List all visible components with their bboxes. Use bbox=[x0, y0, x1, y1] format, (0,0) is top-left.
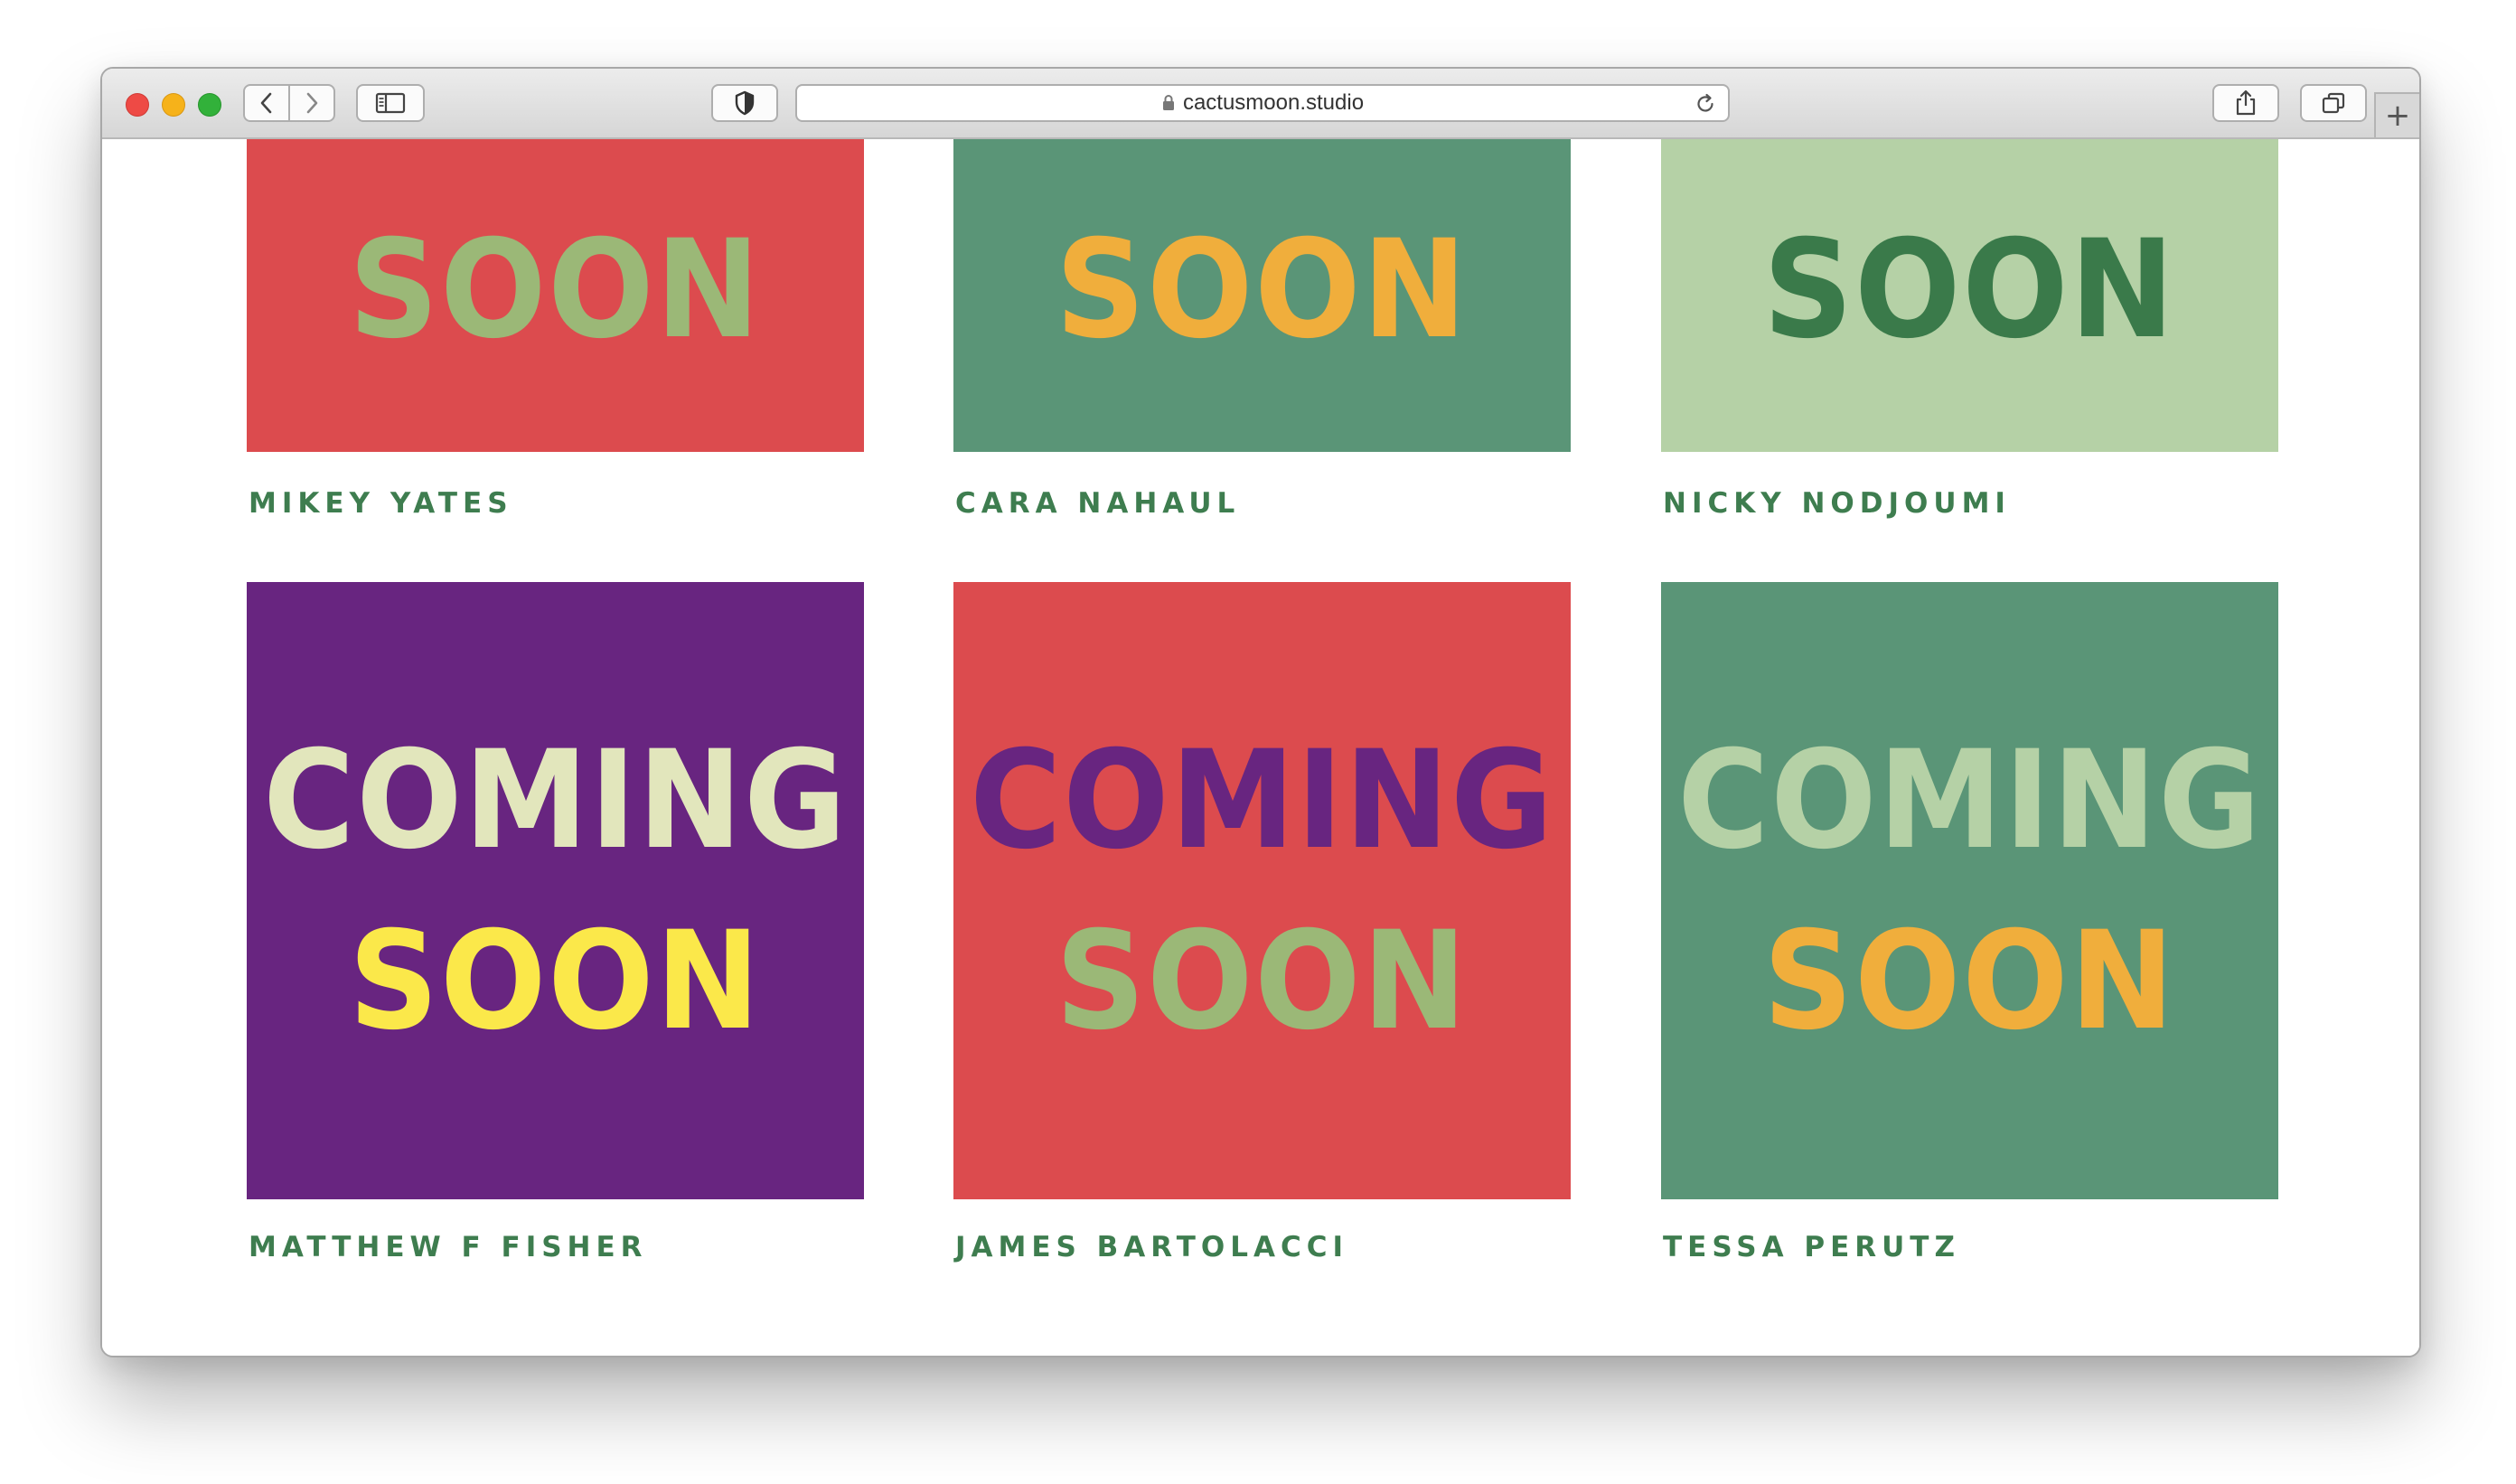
back-button[interactable] bbox=[245, 86, 290, 120]
minimize-window-button[interactable] bbox=[162, 93, 185, 117]
chevron-left-icon bbox=[260, 92, 272, 114]
poster-word-soon: SOON bbox=[1763, 211, 2176, 369]
plus-icon: + bbox=[2384, 98, 2411, 134]
poster-word-soon: SOON bbox=[1056, 211, 1469, 369]
poster-word-soon: SOON bbox=[1056, 902, 1469, 1060]
zoom-window-button[interactable] bbox=[198, 93, 221, 117]
poster-word-coming: COMING bbox=[969, 721, 1555, 879]
browser-toolbar: cactusmoon.studio + bbox=[102, 69, 2419, 139]
poster-word-soon: SOON bbox=[349, 902, 762, 1060]
poster-word-soon: SOON bbox=[349, 211, 762, 369]
address-url-wrap: cactusmoon.studio bbox=[797, 86, 1728, 120]
new-tab-button[interactable]: + bbox=[2374, 92, 2419, 137]
artist-name[interactable]: MATTHEW F FISHER bbox=[249, 1231, 648, 1263]
page-content: SOON MIKEY YATES SOON CARA NAHAUL SOON N… bbox=[102, 139, 2419, 1356]
poster-word-soon: SOON bbox=[1763, 902, 2176, 1060]
lock-icon bbox=[1161, 94, 1176, 112]
artist-name[interactable]: JAMES BARTOLACCI bbox=[955, 1231, 1348, 1263]
share-icon bbox=[2236, 89, 2256, 116]
poster-word-coming: COMING bbox=[262, 721, 849, 879]
poster-word-coming: COMING bbox=[1676, 721, 2263, 879]
artist-name[interactable]: CARA NAHAUL bbox=[955, 487, 1240, 520]
sidebar-toggle-button[interactable] bbox=[356, 84, 425, 122]
poster[interactable]: SOON bbox=[247, 139, 864, 452]
poster[interactable]: COMING SOON bbox=[1661, 582, 2278, 1199]
forward-button[interactable] bbox=[290, 86, 333, 120]
share-button[interactable] bbox=[2212, 84, 2279, 122]
artist-name[interactable]: TESSA PERUTZ bbox=[1663, 1231, 1960, 1263]
address-url: cactusmoon.studio bbox=[1182, 90, 1365, 115]
close-window-button[interactable] bbox=[126, 93, 149, 117]
shield-icon bbox=[735, 90, 755, 116]
browser-window: cactusmoon.studio + SOON MIKEY YATES SOO… bbox=[100, 67, 2421, 1357]
chevron-right-icon bbox=[306, 92, 318, 114]
artist-name[interactable]: NICKY NODJOUMI bbox=[1663, 487, 2011, 520]
address-bar[interactable]: cactusmoon.studio bbox=[795, 84, 1730, 122]
artist-name[interactable]: MIKEY YATES bbox=[249, 487, 513, 520]
sidebar-icon bbox=[375, 92, 406, 114]
poster[interactable]: SOON bbox=[1661, 139, 2278, 452]
tab-overview-button[interactable] bbox=[2300, 84, 2367, 122]
nav-button-group bbox=[243, 84, 335, 122]
poster[interactable]: COMING SOON bbox=[247, 582, 864, 1199]
reload-icon[interactable] bbox=[1694, 92, 1717, 119]
poster[interactable]: COMING SOON bbox=[953, 582, 1571, 1199]
poster[interactable]: SOON bbox=[953, 139, 1571, 452]
privacy-report-button[interactable] bbox=[711, 84, 778, 122]
tabs-icon bbox=[2322, 92, 2345, 114]
